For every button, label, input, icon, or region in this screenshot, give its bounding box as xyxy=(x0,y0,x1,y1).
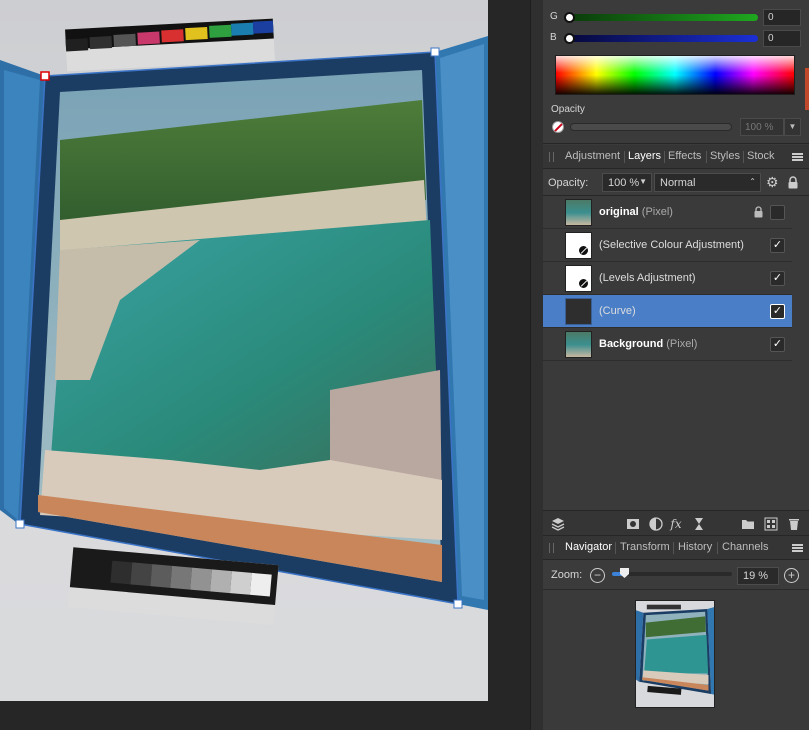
layer-name: (Levels Adjustment) xyxy=(599,272,696,284)
blue-value-field[interactable]: 0 xyxy=(763,30,801,47)
tab-transform[interactable]: Transform xyxy=(620,541,670,553)
blue-slider-row: B 0 xyxy=(543,30,809,48)
navigator-thumbnail-image xyxy=(636,604,714,695)
channel-label-b: B xyxy=(550,32,557,43)
green-slider-knob[interactable] xyxy=(564,12,575,23)
blue-slider[interactable] xyxy=(568,35,758,42)
adjustment-icon xyxy=(578,245,589,256)
tab-divider xyxy=(615,542,616,554)
layer-visibility-checkbox[interactable]: ✓ xyxy=(770,337,785,352)
layers-list: original (Pixel) (Selective Colour Adjus… xyxy=(543,196,809,510)
navigator-tabs: Navigator Transform History Channels xyxy=(543,536,809,560)
layer-row-curve[interactable]: (Curve) ✓ xyxy=(543,295,792,328)
panel-menu-icon[interactable] xyxy=(792,544,803,552)
blue-slider-knob[interactable] xyxy=(564,33,575,44)
gear-icon[interactable]: ⚙ xyxy=(766,175,780,189)
tab-adjustment[interactable]: Adjustment xyxy=(565,150,620,162)
layer-thumbnail xyxy=(565,331,592,358)
tab-styles[interactable]: Styles xyxy=(710,150,740,162)
zoom-in-icon[interactable]: + xyxy=(784,568,799,583)
layer-name: original (Pixel) xyxy=(599,206,673,218)
panel-grip-icon[interactable] xyxy=(549,543,554,553)
painting-scene xyxy=(0,18,488,625)
green-slider-row: G 0 xyxy=(543,9,809,27)
channel-label-g: G xyxy=(550,11,558,22)
zoom-out-icon[interactable]: − xyxy=(590,568,605,583)
layer-opacity-value: 100 % xyxy=(608,177,640,189)
layer-visibility-checkbox[interactable]: ✓ xyxy=(770,238,785,253)
layer-thumbnail xyxy=(565,199,592,226)
no-fill-icon[interactable] xyxy=(552,121,564,133)
tab-layers[interactable]: Layers xyxy=(628,150,661,162)
layer-row-levels[interactable]: (Levels Adjustment) ✓ xyxy=(543,262,792,295)
layers-stack-icon[interactable] xyxy=(551,517,565,531)
layers-toolbar: fx xyxy=(543,510,809,536)
folder-icon[interactable] xyxy=(741,517,755,531)
tab-divider xyxy=(673,542,674,554)
layer-visibility-checkbox[interactable]: ✓ xyxy=(770,304,785,319)
green-slider[interactable] xyxy=(568,14,758,21)
stepper-icon: ⌃ xyxy=(749,177,756,186)
zoom-value-field[interactable]: 19 % xyxy=(737,567,779,585)
lock-icon[interactable] xyxy=(787,176,799,189)
navigator-thumbnail[interactable] xyxy=(635,600,715,708)
tab-history[interactable]: History xyxy=(678,541,712,553)
navigator-zoom-row: Zoom: − 19 % + xyxy=(543,560,809,590)
red-edge-marker xyxy=(805,68,809,110)
layer-visibility-checkbox[interactable]: ✓ xyxy=(770,271,785,286)
layer-row-background[interactable]: Background (Pixel) ✓ xyxy=(543,328,792,361)
layer-visibility-checkbox[interactable] xyxy=(770,205,785,220)
document-image[interactable] xyxy=(0,0,488,701)
studio-tabs: Adjustment Layers Effects Styles Stock xyxy=(543,145,809,169)
tab-divider xyxy=(664,151,665,163)
tab-divider xyxy=(624,151,625,163)
green-value-field[interactable]: 0 xyxy=(763,9,801,26)
tab-stock[interactable]: Stock xyxy=(747,150,775,162)
layer-opacity-dropdown[interactable]: 100 % ▼ xyxy=(602,173,652,192)
layer-lock-icon[interactable] xyxy=(754,206,763,218)
colour-panel: G 0 B 0 Opacity 100 % ▼ xyxy=(543,0,809,144)
layer-row-original[interactable]: original (Pixel) xyxy=(543,196,792,229)
layer-name: (Selective Colour Adjustment) xyxy=(599,239,744,251)
tab-channels[interactable]: Channels xyxy=(722,541,768,553)
layer-thumbnail xyxy=(565,298,592,325)
blend-mode-dropdown[interactable]: Normal ⌃ xyxy=(654,173,761,192)
adjustment-layer-icon[interactable] xyxy=(649,517,663,531)
fx-icon[interactable]: fx xyxy=(669,517,683,531)
layer-name: Background (Pixel) xyxy=(599,338,698,350)
tab-effects[interactable]: Effects xyxy=(668,150,701,162)
layer-thumbnail xyxy=(565,265,592,292)
layer-thumbnail xyxy=(565,232,592,259)
tab-navigator[interactable]: Navigator xyxy=(565,541,612,553)
colour-opacity-label: Opacity xyxy=(551,104,585,115)
layer-row-selective-colour[interactable]: (Selective Colour Adjustment) ✓ xyxy=(543,229,792,262)
panel-menu-icon[interactable] xyxy=(792,153,803,161)
navigator-preview[interactable] xyxy=(543,590,809,730)
zoom-slider-knob[interactable] xyxy=(620,568,629,578)
colour-opacity-field[interactable]: 100 % xyxy=(740,118,784,136)
trash-icon[interactable] xyxy=(787,517,801,531)
panel-grip-icon[interactable] xyxy=(549,152,554,162)
layer-opacity-label: Opacity: xyxy=(548,177,589,189)
tab-divider xyxy=(706,151,707,163)
layer-name: (Curve) xyxy=(599,305,636,317)
chevron-down-icon: ▼ xyxy=(639,177,647,186)
canvas-area[interactable] xyxy=(0,0,530,730)
mask-icon[interactable] xyxy=(626,517,640,531)
blend-mode-value: Normal xyxy=(660,177,696,189)
live-filter-icon[interactable] xyxy=(692,517,706,531)
panel-splitter[interactable] xyxy=(530,0,543,730)
tab-divider xyxy=(717,542,718,554)
tab-divider xyxy=(743,151,744,163)
pixel-layer-icon[interactable] xyxy=(764,517,778,531)
colour-opacity-slider[interactable] xyxy=(570,123,732,131)
zoom-slider[interactable] xyxy=(612,572,732,576)
colour-spectrum[interactable] xyxy=(555,55,795,95)
layer-options-bar: Opacity: 100 % ▼ Normal ⌃ ⚙ xyxy=(543,170,809,196)
zoom-label: Zoom: xyxy=(551,569,583,581)
adjustment-icon xyxy=(578,278,589,289)
colour-opacity-dropdown[interactable]: ▼ xyxy=(784,118,801,136)
studio-panel: G 0 B 0 Opacity 100 % ▼ Adjustment Layer… xyxy=(543,0,809,730)
